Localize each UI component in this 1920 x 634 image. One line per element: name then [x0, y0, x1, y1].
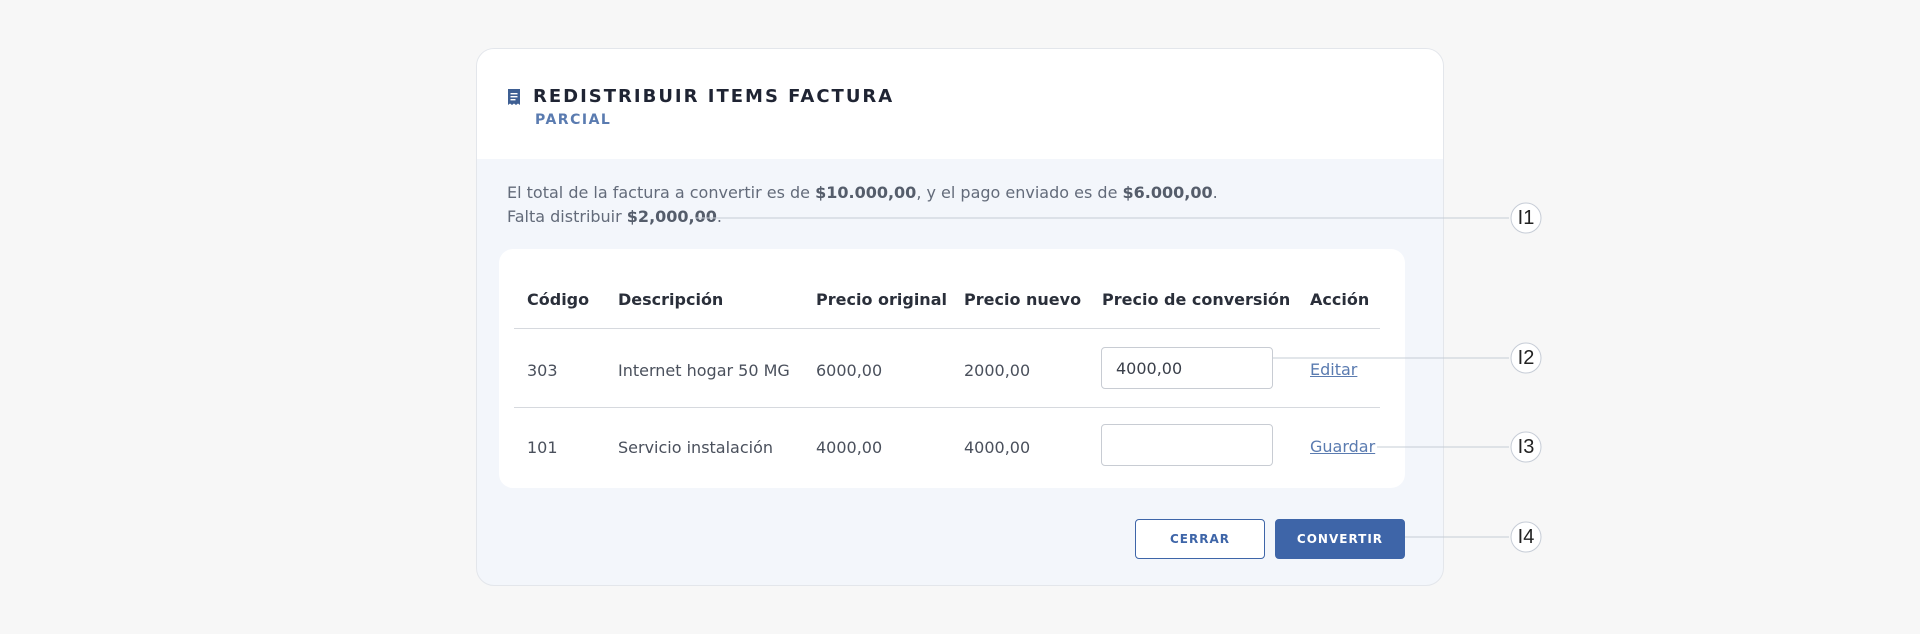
- dialog-subtitle: PARCIAL: [535, 112, 612, 128]
- cell-code: 101: [527, 438, 558, 457]
- cell-new-price: 4000,00: [964, 438, 1031, 457]
- callout-label-i4: I4: [1517, 526, 1535, 548]
- page: REDISTRIBUIR ITEMS FACTURA PARCIAL El to…: [0, 0, 1920, 634]
- callout-label-i3: I3: [1517, 436, 1535, 458]
- remaining-amount: $2,000,00: [626, 207, 717, 226]
- summary-line-1: El total de la factura a convertir es de…: [507, 181, 1218, 205]
- cell-original-price: 4000,00: [816, 438, 883, 457]
- header-divider: [514, 328, 1380, 329]
- summary-text: .: [716, 207, 722, 226]
- close-button[interactable]: CERRAR: [1135, 519, 1265, 559]
- invoice-summary: El total de la factura a convertir es de…: [507, 181, 1218, 229]
- summary-text: , y el pago enviado es de: [916, 183, 1123, 202]
- payment-amount: $6.000,00: [1122, 183, 1213, 202]
- header-original-price: Precio original: [816, 290, 947, 309]
- receipt-icon: [508, 89, 520, 105]
- header-description: Descripción: [618, 290, 724, 309]
- conversion-price-input[interactable]: [1101, 347, 1273, 389]
- cell-new-price: 2000,00: [964, 361, 1031, 380]
- summary-text: Falta distribuir: [507, 207, 627, 226]
- callout-label-i1: I1: [1517, 207, 1535, 229]
- header-code: Código: [527, 290, 590, 309]
- convert-button[interactable]: CONVERTIR: [1275, 519, 1405, 559]
- conversion-price-input[interactable]: [1101, 424, 1273, 466]
- cell-description: Servicio instalación: [618, 438, 774, 457]
- dialog-header: REDISTRIBUIR ITEMS FACTURA PARCIAL: [477, 49, 1443, 159]
- cell-code: 303: [527, 361, 558, 380]
- invoice-total: $10.000,00: [815, 183, 917, 202]
- redistribute-dialog: REDISTRIBUIR ITEMS FACTURA PARCIAL El to…: [476, 48, 1444, 586]
- summary-text: .: [1212, 183, 1218, 202]
- summary-text: El total de la factura a convertir es de: [507, 183, 816, 202]
- items-table: Código Descripción Precio original Preci…: [499, 249, 1405, 488]
- header-conversion-price: Precio de conversión: [1102, 290, 1291, 309]
- cell-original-price: 6000,00: [816, 361, 883, 380]
- edit-link[interactable]: Editar: [1310, 360, 1357, 379]
- save-link[interactable]: Guardar: [1310, 437, 1375, 456]
- dialog-title: REDISTRIBUIR ITEMS FACTURA: [533, 86, 895, 107]
- summary-line-2: Falta distribuir $2,000,00.: [507, 205, 1218, 229]
- cell-description: Internet hogar 50 MG: [618, 361, 790, 380]
- callout-label-i2: I2: [1517, 347, 1535, 369]
- header-action: Acción: [1310, 290, 1370, 309]
- header-new-price: Precio nuevo: [964, 290, 1082, 309]
- row-divider: [514, 407, 1380, 408]
